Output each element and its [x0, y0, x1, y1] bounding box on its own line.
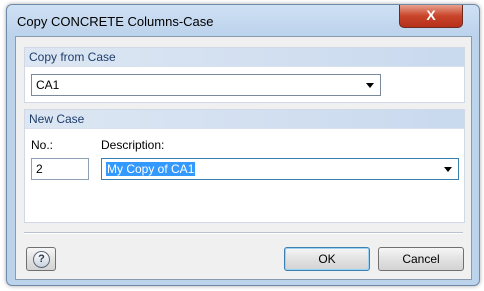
number-value: 2	[36, 162, 43, 176]
cancel-button[interactable]: Cancel	[378, 247, 464, 271]
close-button[interactable]: X	[399, 5, 463, 28]
dialog-title: Copy CONCRETE Columns-Case	[17, 14, 214, 29]
ok-button[interactable]: OK	[284, 247, 370, 271]
dialog-body: Copy from Case CA1 New Case No.: Descrip…	[15, 36, 472, 280]
help-button[interactable]: ?	[26, 247, 56, 271]
copy-from-case-value: CA1	[36, 78, 60, 92]
close-icon: X	[426, 7, 436, 23]
copy-from-case-group: Copy from Case CA1	[24, 47, 465, 103]
number-label: No.:	[31, 138, 54, 152]
title-bar[interactable]: Copy CONCRETE Columns-Case X	[7, 5, 479, 35]
copy-from-case-select[interactable]: CA1	[31, 74, 381, 96]
new-case-heading: New Case	[25, 110, 464, 129]
help-icon: ?	[33, 251, 50, 268]
new-case-group: New Case No.: Description: 2 My Copy of …	[24, 109, 465, 223]
copy-from-case-heading: Copy from Case	[25, 48, 464, 67]
dialog-window: Copy CONCRETE Columns-Case X Copy from C…	[6, 4, 480, 286]
divider	[24, 232, 463, 234]
description-value: My Copy of CA1	[106, 162, 196, 176]
chevron-down-icon	[444, 167, 452, 172]
description-combo[interactable]: My Copy of CA1	[101, 158, 459, 180]
description-label: Description:	[101, 138, 165, 152]
chevron-down-icon	[366, 83, 374, 88]
number-field[interactable]: 2	[31, 158, 89, 180]
